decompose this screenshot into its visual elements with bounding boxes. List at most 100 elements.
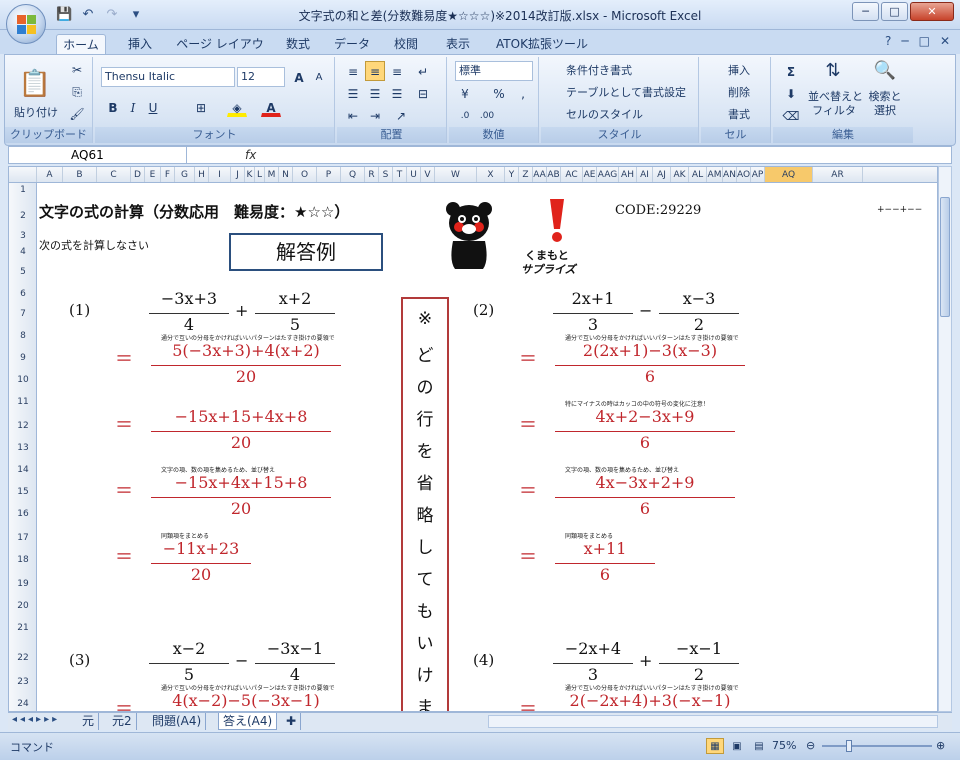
column-header[interactable]: AN — [723, 167, 737, 182]
column-header[interactable]: AQ — [765, 167, 813, 182]
paste-button[interactable]: 貼り付け — [11, 103, 61, 123]
maximize-button[interactable]: □ — [881, 2, 908, 21]
row-header[interactable]: 1 — [9, 185, 37, 195]
redo-icon[interactable]: ↷ — [104, 7, 120, 23]
column-header[interactable]: G — [175, 167, 195, 182]
tab-review[interactable]: 校閲 — [388, 34, 424, 54]
number-format-select[interactable]: 標準 — [455, 61, 533, 81]
column-header[interactable]: Q — [341, 167, 365, 182]
column-header[interactable]: C — [97, 167, 131, 182]
column-header[interactable]: AA — [533, 167, 547, 182]
column-header[interactable]: J — [231, 167, 245, 182]
save-icon[interactable]: 💾 — [56, 7, 72, 23]
row-header[interactable]: 11 — [9, 397, 37, 407]
format-painter-icon[interactable]: 🖌 — [67, 103, 87, 123]
column-header[interactable]: R — [365, 167, 379, 182]
orientation-icon[interactable]: ↗ — [391, 105, 411, 125]
column-header[interactable]: D — [131, 167, 145, 182]
column-header[interactable]: AC — [561, 167, 583, 182]
row-header[interactable]: 9 — [9, 353, 37, 363]
tab-view[interactable]: 表示 — [440, 34, 476, 54]
zoom-in-icon[interactable]: ⊕ — [936, 739, 945, 752]
zoom-slider-thumb[interactable] — [846, 740, 852, 752]
underline-icon[interactable]: U — [143, 97, 163, 117]
grow-font-icon[interactable]: A — [289, 67, 309, 87]
column-header[interactable]: AB — [547, 167, 561, 182]
tab-page-layout[interactable]: ページ レイアウト — [176, 34, 264, 71]
sheet-tab-answer[interactable]: 答え(A4) — [218, 713, 278, 730]
tab-atok[interactable]: ATOK拡張ツール — [492, 34, 592, 54]
decrease-indent-icon[interactable]: ⇤ — [343, 105, 363, 125]
row-header[interactable]: 19 — [9, 579, 37, 589]
align-left-icon[interactable]: ☰ — [343, 83, 363, 103]
ribbon-close-icon[interactable]: ✕ — [940, 34, 950, 48]
column-header[interactable]: E — [145, 167, 161, 182]
row-header[interactable]: 18 — [9, 555, 37, 565]
row-header[interactable]: 20 — [9, 601, 37, 611]
autosum-icon[interactable]: Σ — [781, 61, 801, 81]
align-top-icon[interactable]: ≡ — [343, 61, 363, 81]
sheet-tab-problem[interactable]: 問題(A4) — [148, 713, 207, 730]
sheet-nav-icons[interactable]: ◂◂◂▸▸▸ — [12, 714, 60, 725]
page-layout-view-icon[interactable]: ▣ — [728, 738, 746, 754]
tab-data[interactable]: データ — [332, 34, 372, 54]
undo-icon[interactable]: ↶ — [80, 7, 96, 23]
tab-formulas[interactable]: 数式 — [280, 34, 316, 54]
sort-label[interactable]: 並べ替えと — [807, 89, 863, 103]
column-header[interactable]: F — [161, 167, 175, 182]
wrap-text-icon[interactable]: ↵ — [413, 61, 433, 81]
font-color-icon[interactable]: A — [261, 97, 281, 117]
format-cells-button[interactable]: 書式 — [707, 105, 751, 125]
insert-sheet-icon[interactable]: ✚ — [282, 713, 302, 730]
border-icon[interactable]: ⊞ — [191, 97, 211, 117]
row-header[interactable]: 13 — [9, 443, 37, 453]
minimize-button[interactable]: ─ — [852, 2, 879, 21]
ribbon-restore-icon[interactable]: □ — [919, 34, 930, 48]
column-header[interactable]: AE — [583, 167, 597, 182]
row-header[interactable]: 14 — [9, 465, 37, 475]
tab-insert[interactable]: 挿入 — [120, 34, 160, 54]
column-header[interactable]: AAG — [597, 167, 619, 182]
customize-qat-icon[interactable]: ▾ — [128, 7, 144, 23]
paste-icon[interactable]: 📋 — [15, 63, 55, 105]
column-header[interactable]: AJ — [653, 167, 671, 182]
row-header[interactable]: 3 — [9, 231, 37, 241]
zoom-out-icon[interactable]: ⊖ — [806, 739, 815, 752]
sheet-content[interactable]: 文字の式の計算（分数応用 難易度：★☆☆） 次の式を計算しなさい 解答例 くまも… — [37, 183, 937, 711]
row-header[interactable]: 7 — [9, 309, 37, 319]
column-header[interactable]: Z — [519, 167, 533, 182]
column-header[interactable]: Y — [505, 167, 519, 182]
row-header[interactable]: 2 — [9, 211, 37, 221]
decrease-decimal-icon[interactable]: .00 — [477, 105, 497, 125]
column-header[interactable]: AH — [619, 167, 637, 182]
normal-view-icon[interactable]: ▦ — [706, 738, 724, 754]
cell-styles-button[interactable]: セルのスタイル — [547, 105, 644, 125]
align-right-icon[interactable]: ☰ — [387, 83, 407, 103]
font-size-input[interactable]: 12 — [237, 67, 285, 87]
column-header[interactable]: V — [421, 167, 435, 182]
increase-indent-icon[interactable]: ⇥ — [365, 105, 385, 125]
row-header[interactable]: 5 — [9, 267, 37, 277]
column-header[interactable]: H — [195, 167, 209, 182]
table-format-button[interactable]: テーブルとして書式設定 — [547, 83, 687, 103]
comma-icon[interactable]: , — [513, 83, 533, 103]
column-header[interactable]: AI — [637, 167, 653, 182]
find-label[interactable]: 検索と — [863, 89, 907, 103]
row-header[interactable]: 23 — [9, 677, 37, 687]
clear-icon[interactable]: ⌫ — [781, 105, 801, 125]
sheet-tab-moto[interactable]: 元 — [78, 713, 100, 730]
column-header[interactable]: B — [63, 167, 97, 182]
font-name-input[interactable]: Thensu Italic — [101, 67, 235, 87]
column-header[interactable]: AL — [689, 167, 707, 182]
row-header[interactable]: 12 — [9, 421, 37, 431]
row-header[interactable]: 10 — [9, 375, 37, 385]
conditional-format-button[interactable]: 条件付き書式 — [547, 61, 633, 81]
formula-input[interactable] — [271, 147, 951, 163]
column-header[interactable]: W — [435, 167, 477, 182]
column-header[interactable]: AP — [751, 167, 765, 182]
delete-cells-button[interactable]: 削除 — [707, 83, 751, 103]
filter-label[interactable]: フィルタ — [807, 103, 861, 117]
select-all-corner[interactable] — [9, 167, 37, 182]
bold-icon[interactable]: B — [103, 97, 123, 117]
insert-cells-button[interactable]: 挿入 — [707, 61, 751, 81]
